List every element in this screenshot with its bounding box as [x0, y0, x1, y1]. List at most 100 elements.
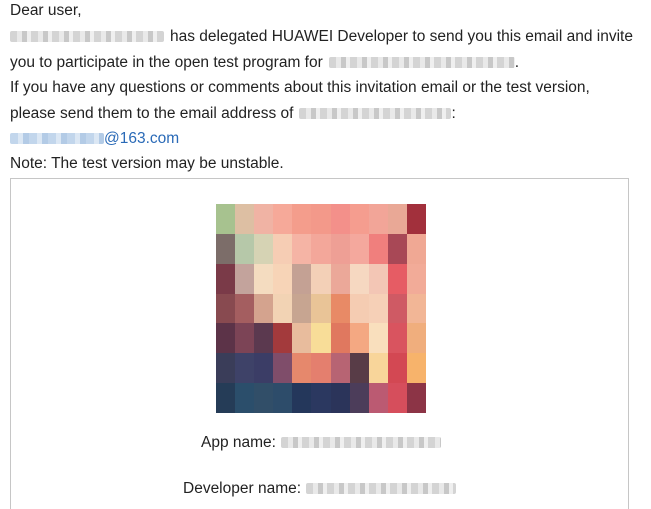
icon-pixel — [331, 323, 350, 353]
icon-pixel — [216, 353, 235, 383]
icon-pixel — [235, 204, 254, 234]
icon-pixel — [292, 204, 311, 234]
icon-pixel — [292, 264, 311, 294]
icon-pixel — [407, 264, 426, 294]
icon-pixel — [350, 323, 369, 353]
icon-pixel — [311, 204, 331, 234]
icon-pixel — [311, 353, 331, 383]
icon-pixel — [407, 294, 426, 323]
greeting-text: Dear user, — [10, 2, 82, 19]
icon-pixel — [216, 204, 235, 234]
icon-pixel — [311, 294, 331, 323]
icon-pixel — [292, 353, 311, 383]
icon-pixel — [350, 264, 369, 294]
note-line: Note: The test version may be unstable. — [10, 154, 284, 174]
icon-pixel — [350, 383, 369, 413]
app-icon-image — [216, 204, 426, 413]
icon-pixel — [369, 353, 388, 383]
icon-pixel — [369, 234, 388, 264]
icon-pixel — [369, 323, 388, 353]
redacted-app-name — [328, 57, 515, 69]
redacted-developer — [299, 108, 452, 120]
redacted-email-user[interactable] — [10, 133, 104, 145]
icon-pixel — [407, 204, 426, 234]
icon-pixel — [254, 353, 273, 383]
participate-end: . — [514, 54, 520, 71]
participate-line: you to participate in the open test prog… — [10, 53, 519, 73]
icon-pixel — [254, 383, 273, 413]
icon-pixel — [369, 383, 388, 413]
icon-pixel — [407, 353, 426, 383]
icon-pixel — [235, 383, 254, 413]
send-end: : — [451, 105, 456, 122]
icon-pixel — [273, 234, 292, 264]
icon-pixel — [331, 234, 350, 264]
icon-pixel — [311, 234, 331, 264]
icon-pixel — [292, 383, 311, 413]
icon-pixel — [235, 353, 254, 383]
icon-pixel — [331, 204, 350, 234]
icon-pixel — [273, 383, 292, 413]
icon-pixel — [273, 323, 292, 353]
icon-pixel — [388, 353, 407, 383]
icon-pixel — [331, 383, 350, 413]
icon-pixel — [350, 294, 369, 323]
icon-pixel — [273, 294, 292, 323]
icon-pixel — [216, 323, 235, 353]
icon-pixel — [235, 323, 254, 353]
icon-pixel — [254, 204, 273, 234]
icon-pixel — [331, 353, 350, 383]
icon-pixel — [407, 383, 426, 413]
participate-text: you to participate in the open test prog… — [10, 54, 323, 71]
note-text: Note: The test version may be unstable. — [10, 155, 284, 172]
icon-pixel — [216, 264, 235, 294]
icon-pixel — [311, 383, 331, 413]
icon-pixel — [388, 264, 407, 294]
icon-pixel — [350, 234, 369, 264]
icon-pixel — [388, 323, 407, 353]
icon-pixel — [369, 204, 388, 234]
icon-pixel — [331, 294, 350, 323]
greeting-line: Dear user, — [10, 1, 82, 21]
icon-pixel — [292, 294, 311, 323]
delegation-line: has delegated HUAWEI Developer to send y… — [10, 27, 633, 47]
send-line: please send them to the email address of… — [10, 104, 456, 124]
icon-pixel — [254, 264, 273, 294]
icon-pixel — [350, 204, 369, 234]
icon-pixel — [311, 323, 331, 353]
questions-text: If you have any questions or comments ab… — [10, 79, 590, 96]
icon-pixel — [273, 264, 292, 294]
icon-pixel — [216, 234, 235, 264]
app-name-row: App name: — [201, 433, 441, 453]
icon-pixel — [369, 294, 388, 323]
redacted-developer-name-value — [306, 483, 457, 495]
icon-pixel — [254, 323, 273, 353]
icon-pixel — [388, 294, 407, 323]
icon-pixel — [273, 353, 292, 383]
redacted-sender-name — [10, 31, 164, 43]
icon-pixel — [331, 264, 350, 294]
icon-pixel — [388, 383, 407, 413]
developer-name-row: Developer name: — [183, 479, 457, 499]
icon-pixel — [311, 264, 331, 294]
contact-email-line[interactable]: @163.com — [10, 129, 179, 149]
app-info-card: App name: Developer name: — [10, 178, 629, 509]
icon-pixel — [292, 234, 311, 264]
icon-pixel — [254, 294, 273, 323]
icon-pixel — [292, 323, 311, 353]
app-icon — [216, 204, 426, 413]
send-text: please send them to the email address of — [10, 105, 294, 122]
developer-name-label: Developer name: — [183, 480, 302, 497]
app-name-label: App name: — [201, 434, 276, 451]
icon-pixel — [273, 204, 292, 234]
questions-line: If you have any questions or comments ab… — [10, 78, 590, 98]
contact-email-domain[interactable]: @163.com — [104, 130, 179, 147]
icon-pixel — [216, 383, 235, 413]
icon-pixel — [235, 294, 254, 323]
icon-pixel — [254, 234, 273, 264]
icon-pixel — [388, 204, 407, 234]
redacted-app-name-value — [280, 437, 441, 449]
delegation-text: has delegated HUAWEI Developer to send y… — [170, 28, 633, 45]
icon-pixel — [407, 323, 426, 353]
icon-pixel — [369, 264, 388, 294]
